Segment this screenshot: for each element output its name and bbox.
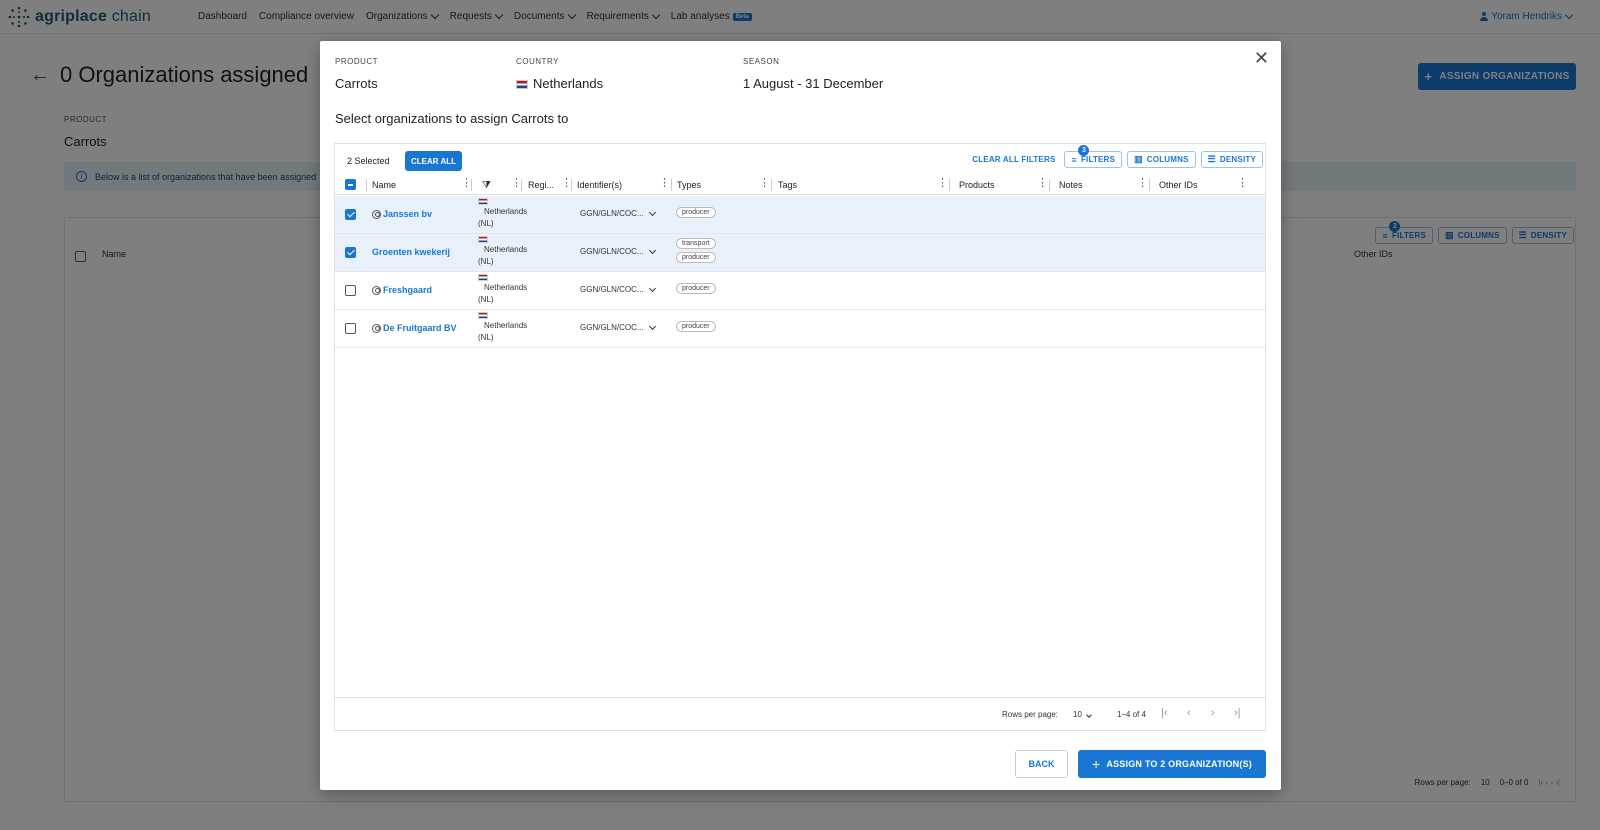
country-label: COUNTRY: [516, 57, 559, 66]
product-label: PRODUCT: [335, 57, 379, 66]
netherlands-flag-icon: [478, 236, 488, 243]
identifier-cell[interactable]: GGN/GLN/COC...: [580, 322, 656, 332]
region-cell: Netherlands (NL): [478, 236, 527, 268]
filter-icon: ≡: [1071, 154, 1077, 165]
identifier-cell[interactable]: GGN/GLN/COC...: [580, 246, 656, 256]
filters-button[interactable]: 3 ≡ FILTERS: [1064, 145, 1123, 168]
column-menu-icon[interactable]: ⋮: [759, 178, 770, 189]
region-cell: Netherlands (NL): [478, 198, 527, 230]
column-menu-icon[interactable]: ⋮: [659, 178, 670, 189]
column-menu-icon[interactable]: ⋮: [937, 178, 948, 189]
types-cell: producer: [676, 283, 716, 297]
row-checkbox[interactable]: [345, 247, 356, 258]
column-menu-icon[interactable]: ⋮: [1137, 178, 1148, 189]
column-menu-icon[interactable]: ⋮: [1237, 178, 1248, 189]
selected-count: 2 Selected: [347, 156, 390, 166]
column-products[interactable]: Products: [959, 180, 995, 190]
page-range: 1–4 of 4: [1117, 710, 1146, 719]
row-checkbox[interactable]: [345, 323, 356, 334]
organization-icon: [372, 209, 381, 219]
next-page-icon[interactable]: ›: [1211, 707, 1215, 719]
back-button[interactable]: BACK: [1015, 750, 1068, 778]
row-checkbox[interactable]: [345, 209, 356, 220]
netherlands-flag-icon: [478, 198, 488, 205]
netherlands-flag-icon: [516, 80, 528, 90]
select-all-checkbox[interactable]: [345, 179, 356, 190]
organization-icon: [372, 323, 381, 333]
identifier-cell[interactable]: GGN/GLN/COC...: [580, 208, 656, 218]
grid-toolbar: CLEAR ALL FILTERS 3 ≡ FILTERS ▥ COLUMNS ☰ DE…: [972, 145, 1263, 168]
assign-to-organizations-button[interactable]: + ASSIGN TO 2 ORGANIZATION(S): [1078, 750, 1266, 778]
table-row[interactable]: Freshgaard Netherlands (NL) GGN/GLN/COC... p…: [335, 272, 1265, 310]
region-cell: Netherlands (NL): [478, 312, 527, 344]
density-button[interactable]: ☰ DENSITY: [1200, 151, 1263, 168]
types-cell: transport producer: [676, 238, 716, 266]
type-chip: producer: [676, 207, 716, 218]
organization-name-link[interactable]: Groenten kwekerij: [372, 247, 450, 257]
region-cell: Netherlands (NL): [478, 274, 527, 306]
assign-dialog: ✕ PRODUCT Carrots COUNTRY Netherlands SE…: [320, 41, 1281, 790]
organization-name-link[interactable]: Janssen bv: [372, 209, 432, 219]
type-chip: producer: [676, 321, 716, 332]
chevron-down-icon: [648, 284, 656, 292]
column-menu-icon[interactable]: ⋮: [1037, 178, 1048, 189]
column-region[interactable]: Regi...: [528, 180, 554, 190]
table-row[interactable]: De Fruitgaard BV Netherlands (NL) GGN/GLN/C…: [335, 310, 1265, 348]
country-value: Netherlands: [516, 76, 603, 91]
chevron-down-icon: [648, 208, 656, 216]
type-chip: producer: [676, 252, 716, 263]
plus-icon: +: [1092, 756, 1101, 772]
type-chip: producer: [676, 283, 716, 294]
last-page-icon[interactable]: ›|: [1234, 707, 1241, 719]
type-chip: transport: [676, 238, 716, 249]
prev-page-icon[interactable]: ‹: [1187, 707, 1191, 719]
types-cell: producer: [676, 321, 716, 335]
chevron-down-icon: [1086, 712, 1092, 718]
chevron-down-icon: [648, 246, 656, 254]
organization-name-link[interactable]: Freshgaard: [372, 285, 432, 295]
clear-all-button[interactable]: CLEAR ALL: [405, 151, 463, 171]
organizations-grid: 2 Selected CLEAR ALL CLEAR ALL FILTERS 3…: [334, 143, 1266, 731]
close-icon[interactable]: ✕: [1254, 49, 1269, 67]
density-icon: ☰: [1207, 154, 1216, 164]
types-cell: producer: [676, 207, 716, 221]
dialog-subheading: Select organizations to assign Carrots t…: [335, 111, 569, 126]
row-checkbox[interactable]: [345, 285, 356, 296]
columns-icon: ▥: [1134, 154, 1143, 164]
organization-name-link[interactable]: De Fruitgaard BV: [372, 323, 457, 333]
first-page-icon[interactable]: |‹: [1161, 707, 1168, 719]
column-tags[interactable]: Tags: [778, 180, 797, 190]
table-row[interactable]: Groenten kwekerij Netherlands (NL) GGN/GLN/…: [335, 234, 1265, 272]
column-headers: Name ⋮ ⧩ ⋮ Regi... ⋮ Identifier(s) ⋮ Typ…: [335, 175, 1265, 195]
chevron-down-icon: [648, 322, 656, 330]
rows-per-page-label: Rows per page:: [1002, 710, 1059, 719]
column-identifiers[interactable]: Identifier(s): [577, 180, 622, 190]
column-types[interactable]: Types: [677, 180, 701, 190]
column-other-ids[interactable]: Other IDs: [1159, 180, 1198, 190]
column-notes[interactable]: Notes: [1059, 180, 1083, 190]
table-row[interactable]: Janssen bv Netherlands (NL) GGN/GLN/COC... p…: [335, 196, 1265, 234]
rows-per-page-select[interactable]: 10: [1073, 710, 1092, 719]
season-label: SEASON: [743, 57, 780, 66]
grid-pagination: Rows per page: 10 1–4 of 4 |‹ ‹ › ›|: [335, 697, 1265, 730]
netherlands-flag-icon: [478, 274, 488, 281]
clear-all-filters-button[interactable]: CLEAR ALL FILTERS: [972, 155, 1055, 164]
filter-active-icon[interactable]: ⧩: [482, 180, 491, 191]
netherlands-flag-icon: [478, 312, 488, 319]
column-name[interactable]: Name: [372, 180, 396, 190]
product-value: Carrots: [335, 76, 378, 91]
season-value: 1 August - 31 December: [743, 76, 884, 91]
organization-icon: [372, 285, 381, 295]
columns-button[interactable]: ▥ COLUMNS: [1127, 151, 1196, 168]
identifier-cell[interactable]: GGN/GLN/COC...: [580, 284, 656, 294]
